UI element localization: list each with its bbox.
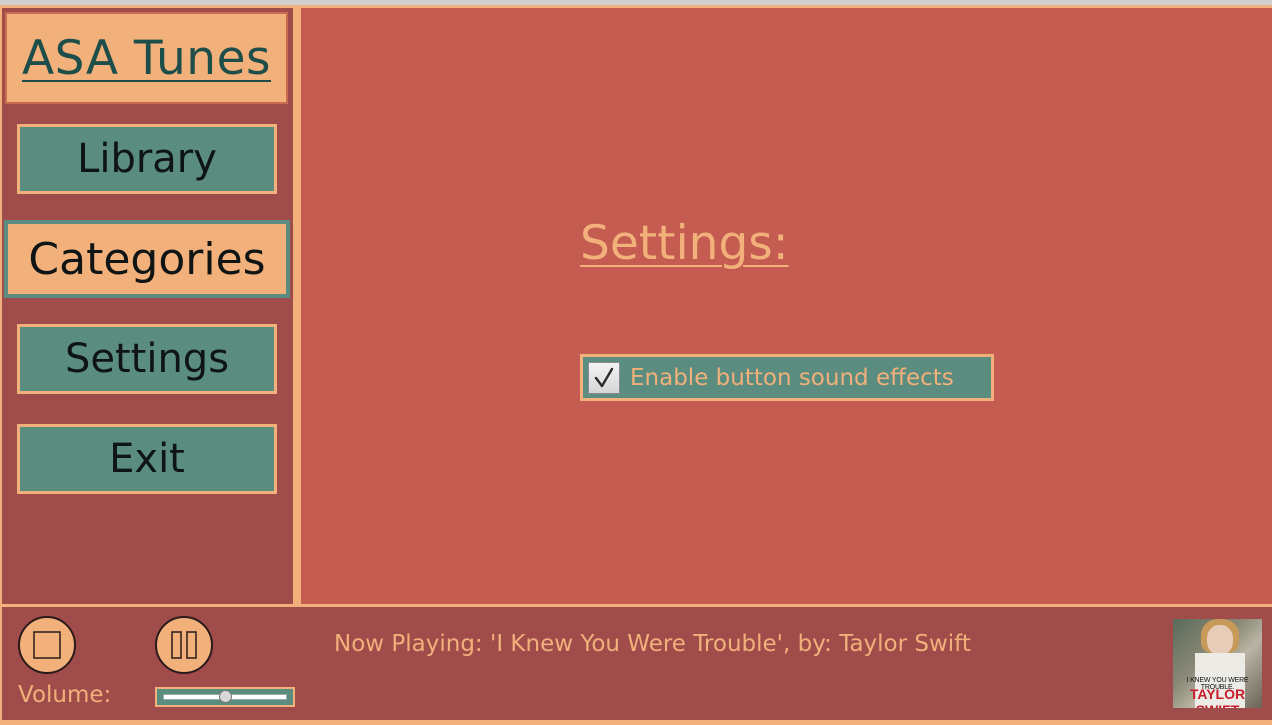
settings-heading: Settings: [580, 216, 789, 271]
player-bar: Volume: Now Playing: 'I Knew You Were Tr… [2, 607, 1272, 720]
album-art-face [1207, 625, 1233, 655]
volume-slider[interactable] [155, 687, 295, 707]
album-art: I KNEW YOU WERE TROUBLE. TAYLOR SWIFT [1173, 619, 1262, 708]
sound-effects-checkbox[interactable] [588, 361, 620, 394]
exit-button[interactable]: Exit [17, 424, 277, 494]
sound-effects-label: Enable button sound effects [630, 364, 954, 391]
sidebar-divider [293, 8, 301, 604]
pause-button[interactable] [155, 616, 213, 674]
categories-button[interactable]: Categories [4, 220, 290, 298]
sound-effects-option[interactable]: Enable button sound effects [580, 354, 994, 401]
now-playing-text: Now Playing: 'I Knew You Were Trouble', … [334, 631, 971, 657]
stop-icon [33, 631, 61, 659]
album-art-artist: TAYLOR SWIFT [1189, 686, 1246, 708]
volume-slider-thumb[interactable] [218, 690, 232, 703]
volume-label: Volume: [18, 682, 112, 708]
stop-button[interactable] [18, 616, 76, 674]
main-content: Settings: Enable button sound effects [301, 8, 1272, 604]
pause-icon [171, 631, 197, 659]
app-title-box: ASA Tunes [5, 12, 288, 104]
settings-button[interactable]: Settings [17, 324, 277, 394]
library-button[interactable]: Library [17, 124, 277, 194]
app-title: ASA Tunes [21, 30, 271, 86]
checkmark-icon [594, 367, 614, 387]
